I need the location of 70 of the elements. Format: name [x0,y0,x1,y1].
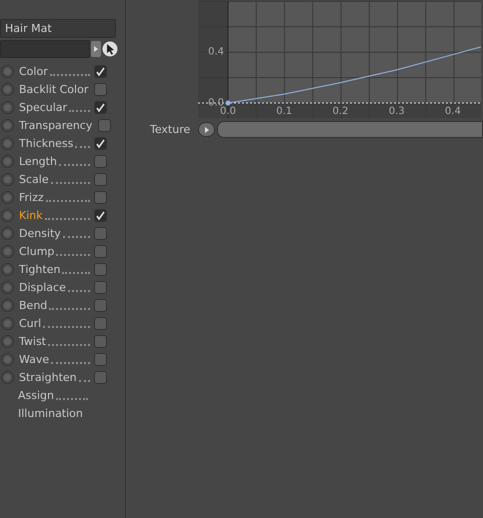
radio-button[interactable] [1,316,14,330]
radio-button[interactable] [1,100,14,114]
channel-label[interactable]: Specular [19,100,68,114]
checkbox[interactable] [94,298,107,312]
checkbox[interactable] [94,172,107,186]
checkbox[interactable] [94,352,107,366]
radio-button[interactable] [1,262,14,276]
channel-label[interactable]: Transparency [19,118,92,132]
radio-button[interactable] [1,280,14,294]
channel-label[interactable]: Curl [19,316,42,330]
radio-button[interactable] [1,370,14,384]
checkbox[interactable] [94,190,107,204]
channel-label[interactable]: Tighten [19,262,60,276]
checkbox[interactable] [94,370,107,384]
channel-label[interactable]: Backlit Color [19,82,88,96]
radio-button[interactable] [1,64,14,78]
checkbox[interactable] [94,226,107,240]
radio-button[interactable] [1,226,14,240]
checkbox[interactable] [94,280,107,294]
radio-button[interactable] [1,118,14,132]
x-tick-label: 0.3 [388,106,405,117]
channel-label[interactable]: Assign [18,388,54,402]
checkbox[interactable] [94,64,107,78]
checkbox[interactable] [94,154,107,168]
checkbox[interactable] [98,118,112,132]
pointer-icon[interactable] [102,41,118,57]
dropdown-field[interactable] [0,40,90,58]
checkbox[interactable] [94,244,107,258]
radio-button[interactable] [1,352,14,366]
checkbox[interactable] [94,316,107,330]
radio-button[interactable] [1,190,14,204]
x-tick-label: 0.1 [276,106,292,117]
radio-button[interactable] [1,334,14,348]
channel-label[interactable]: Scale [19,172,49,186]
checkbox[interactable] [94,136,107,150]
channel-label[interactable]: Bend [19,298,48,312]
checkbox[interactable] [94,208,107,222]
checkbox[interactable] [94,262,107,276]
x-tick-label: 0.0 [220,106,236,117]
channel-label[interactable]: Wave [19,352,50,366]
radio-button[interactable] [1,154,14,168]
triangle-icon [204,126,208,132]
texture-field[interactable] [217,121,483,138]
channel-label[interactable]: Length [19,154,57,168]
channel-label[interactable]: Frizz [19,190,44,204]
radio-button[interactable] [1,208,14,222]
x-tick-label: 0.4 [444,106,461,117]
checkbox[interactable] [94,334,107,348]
channel-label[interactable]: Density [19,226,61,240]
material-name-field[interactable]: Hair Mat [0,19,116,38]
dropdown-arrow-button[interactable] [91,41,101,57]
channel-label[interactable]: Twist [19,334,46,348]
radio-button[interactable] [1,136,14,150]
checkbox[interactable] [94,100,107,114]
triangle-icon [94,46,98,52]
channel-label[interactable]: Illumination [18,406,83,420]
radio-button[interactable] [1,244,14,258]
radio-button[interactable] [1,172,14,186]
radio-button[interactable] [1,82,14,96]
texture-label: Texture [150,123,192,136]
channel-label[interactable]: Color [19,64,48,78]
checkbox[interactable] [94,82,108,96]
channel-label[interactable]: Straighten [19,370,77,384]
channel-label[interactable]: Displace [19,280,66,294]
channel-label[interactable]: Thickness [19,136,74,150]
channel-label[interactable]: Kink [19,208,43,222]
x-tick-label: 0.2 [332,106,348,117]
expand-button[interactable] [198,122,215,137]
radio-button[interactable] [1,298,14,312]
channel-label[interactable]: Clump [19,244,54,258]
